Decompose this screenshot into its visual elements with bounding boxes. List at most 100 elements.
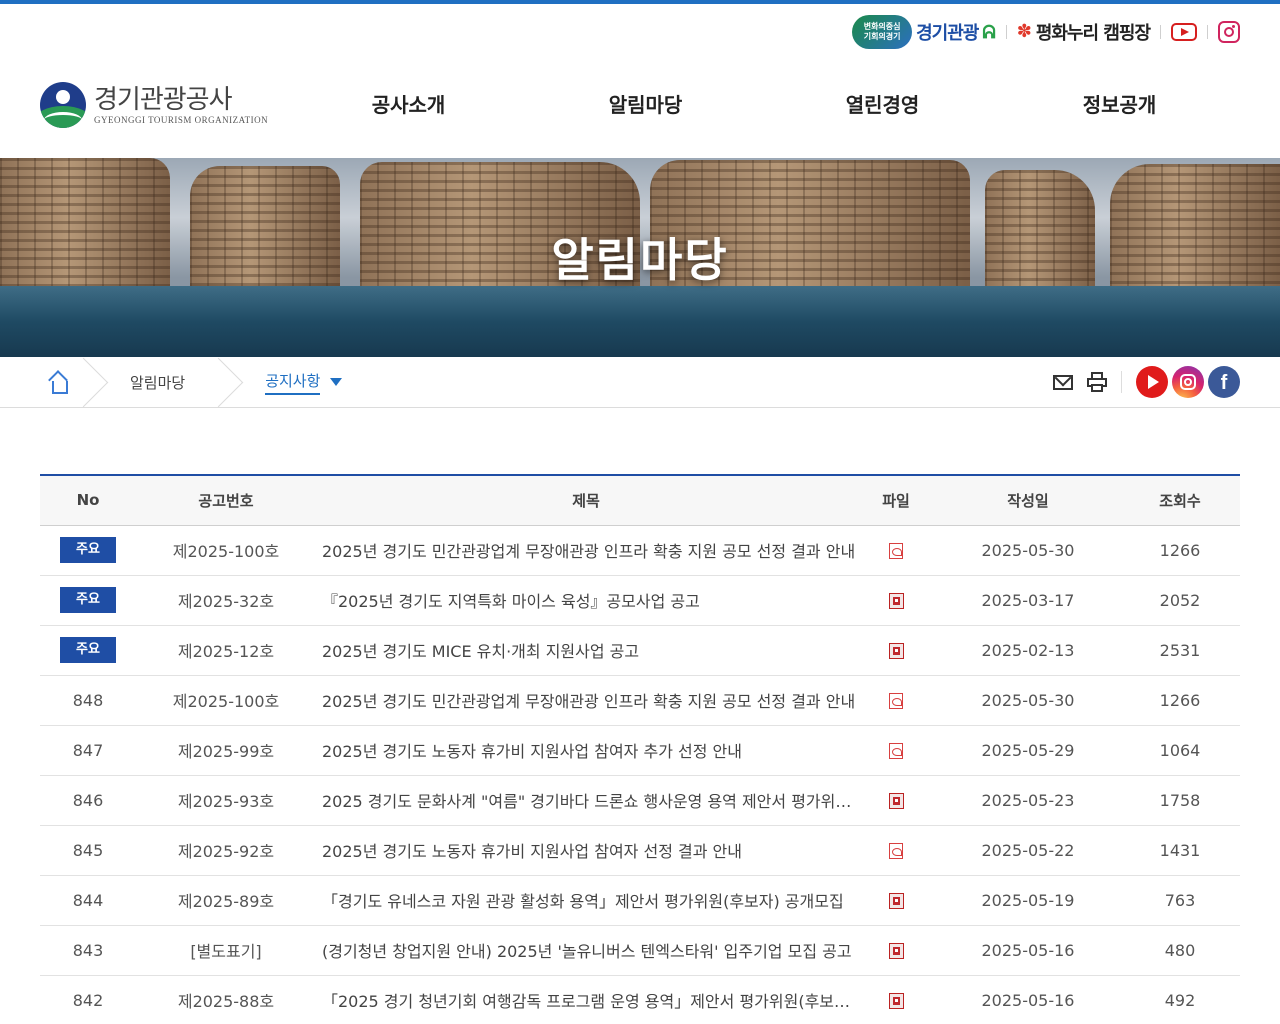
site-logo[interactable]: 경기관광공사 GYEONGGI TOURISM ORGANIZATION [40,82,268,128]
hwp-icon[interactable] [888,893,904,909]
cell-title-link[interactable]: 『2025년 경기도 지역특화 마이스 육성』공모사업 공고 [316,575,856,626]
cell-no: 847 [40,725,136,776]
cell-no: 843 [40,925,136,976]
cell-title-link[interactable]: 2025년 경기도 MICE 유치·개최 지원사업 공고 [316,625,856,676]
cell-title-link[interactable]: 2025 경기도 문화사계 "여름" 경기바다 드론쇼 행사운영 용역 제안서 … [316,775,856,826]
breadcrumb-divider [215,357,245,407]
table-body: 주요 제2025-100호 2025년 경기도 민간관광업계 무장애관광 인프라 확… [40,525,1240,1024]
cell-title-link[interactable]: 2025년 경기도 민간관광업계 무장애관광 인프라 확충 지원 공모 선정 결… [316,675,856,726]
cell-file [856,825,936,876]
cell-views: 2052 [1120,575,1240,626]
slogan-line2: 기회의경기 [863,32,901,41]
hero-banner: 알림마당 [0,158,1280,357]
divider [1005,25,1007,39]
notice-badge: 주요 [60,537,116,563]
divider [1160,25,1161,39]
pdf-icon[interactable] [889,743,903,759]
cell-date: 2025-05-30 [936,525,1120,576]
nav-item-about[interactable]: 공사소개 [290,88,527,122]
caret-down-icon [330,378,343,386]
facebook-icon[interactable]: f [1208,366,1240,398]
instagram-icon[interactable] [1218,21,1240,43]
cell-date: 2025-03-17 [936,575,1120,626]
camping-label: 평화누리 캠핑장 [1035,23,1151,44]
cell-no: 844 [40,875,136,926]
cell-title-link[interactable]: 「2025 경기 청년기회 여행감독 프로그램 운영 용역」제안서 평가위원(후… [316,975,856,1024]
cell-file [856,525,936,576]
table-row[interactable]: 843 [별도표기] (경기청년 창업지원 안내) 2025년 '놀유니버스 텐엑스… [40,925,1240,976]
column-header-title: 제목 [316,474,856,526]
nav-item-notice[interactable]: 알림마당 [527,88,764,122]
instagram-icon[interactable] [1172,366,1204,398]
cell-no: 주요 [40,525,136,576]
hwp-icon[interactable] [888,643,904,659]
flower-icon: ✽ [1016,21,1032,42]
table-row[interactable]: 주요 제2025-12호 2025년 경기도 MICE 유치·개최 지원사업 공고 2… [40,625,1240,676]
table-row[interactable]: 842 제2025-88호 「2025 경기 청년기회 여행감독 프로그램 운영 용… [40,975,1240,1024]
cell-views: 763 [1120,875,1240,926]
slogan-line1: 변화의중심 [863,22,901,31]
table-row[interactable]: 846 제2025-93호 2025 경기도 문화사계 "여름" 경기바다 드론쇼 … [40,775,1240,826]
table-row[interactable]: 주요 제2025-32호 『2025년 경기도 지역특화 마이스 육성』공모사업 공… [40,575,1240,626]
hwp-icon[interactable] [888,593,904,609]
peace-nuri-camping-link[interactable]: ✽ 평화누리 캠핑장 [1016,19,1151,45]
cell-file [856,975,936,1024]
breadcrumb-bar: 알림마당 공지사항 f [0,357,1280,408]
logo-korean: 경기관광공사 [94,85,233,115]
youtube-icon[interactable] [1136,366,1168,398]
cell-date: 2025-05-16 [936,975,1120,1024]
cell-notice-code: 제2025-89호 [136,875,316,926]
pdf-icon[interactable] [889,693,903,709]
cell-notice-code: 제2025-32호 [136,575,316,626]
table-row[interactable]: 844 제2025-89호 「경기도 유네스코 자원 관광 활성화 용역」제안서 평… [40,875,1240,926]
banner-title: 알림마당 [551,233,729,287]
mail-icon[interactable] [1053,374,1073,390]
table-row[interactable]: 848 제2025-100호 2025년 경기도 민간관광업계 무장애관광 인프라 … [40,675,1240,726]
table-row[interactable]: 주요 제2025-100호 2025년 경기도 민간관광업계 무장애관광 인프라 확… [40,525,1240,576]
cell-notice-code: [별도표기] [136,925,316,976]
hwp-icon[interactable] [888,993,904,1009]
cell-no: 주요 [40,625,136,676]
cell-title-link[interactable]: 2025년 경기도 노동자 휴가비 지원사업 참여자 선정 결과 안내 [316,825,856,876]
cell-title-link[interactable]: 2025년 경기도 민간관광업계 무장애관광 인프라 확충 지원 공모 선정 결… [316,525,856,576]
youtube-icon[interactable] [1171,23,1197,41]
page-tools: f [1053,365,1240,399]
hwp-icon[interactable] [888,943,904,959]
cell-file [856,575,936,626]
cell-file [856,775,936,826]
breadcrumb-divider [80,357,110,407]
cell-views: 2531 [1120,625,1240,676]
gyeonggi-tourism-plus-link[interactable]: 변화의중심 기회의경기 경기관광 ᕱ [852,15,996,49]
cell-notice-code: 제2025-100호 [136,675,316,726]
pdf-icon[interactable] [889,843,903,859]
cell-no: 848 [40,675,136,726]
column-header-file: 파일 [856,474,936,526]
top-accent-bar [0,0,1280,4]
print-icon[interactable] [1087,372,1107,392]
cell-date: 2025-05-19 [936,875,1120,926]
cell-views: 480 [1120,925,1240,976]
cell-title-link[interactable]: (경기청년 창업지원 안내) 2025년 '놀유니버스 텐엑스타워' 입주기업 … [316,925,856,976]
nav-item-management[interactable]: 열린경영 [764,88,1001,122]
cell-views: 1431 [1120,825,1240,876]
cell-views: 1266 [1120,675,1240,726]
column-header-views: 조회수 [1120,474,1240,526]
cell-date: 2025-05-23 [936,775,1120,826]
utility-links: 변화의중심 기회의경기 경기관광 ᕱ ✽ 평화누리 캠핑장 [852,12,1240,52]
logo-emblem-icon [40,82,86,128]
cell-title-link[interactable]: 2025년 경기도 노동자 휴가비 지원사업 참여자 추가 선정 안내 [316,725,856,776]
table-row[interactable]: 847 제2025-99호 2025년 경기도 노동자 휴가비 지원사업 참여자 추… [40,725,1240,776]
cell-no: 주요 [40,575,136,626]
hwp-icon[interactable] [888,793,904,809]
sea [0,286,1280,357]
sns-links: f [1136,366,1240,398]
notice-badge: 주요 [60,587,116,613]
table-row[interactable]: 845 제2025-92호 2025년 경기도 노동자 휴가비 지원사업 참여자 선… [40,825,1240,876]
pdf-icon[interactable] [889,543,903,559]
cell-file [856,925,936,976]
breadcrumb-current-dropdown[interactable]: 공지사항 [245,370,352,395]
nav-item-disclosure[interactable]: 정보공개 [1001,88,1238,122]
cell-title-link[interactable]: 「경기도 유네스코 자원 관광 활성화 용역」제안서 평가위원(후보자) 공개모… [316,875,856,926]
column-header-code: 공고번호 [136,474,316,526]
cell-no: 842 [40,975,136,1024]
